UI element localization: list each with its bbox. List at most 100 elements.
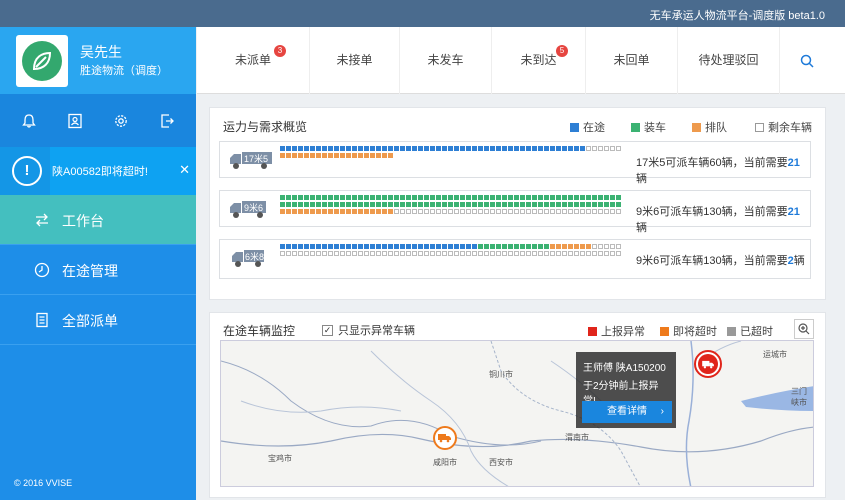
capacity-cell <box>466 195 471 200</box>
capacity-cell <box>574 244 579 249</box>
capacity-cell <box>382 146 387 151</box>
capacity-cell <box>598 251 603 256</box>
capacity-cell <box>580 209 585 214</box>
capacity-cell <box>322 202 327 207</box>
capacity-cell <box>574 146 579 151</box>
tab-unassigned[interactable]: 未派单 3 <box>197 27 310 94</box>
capacity-cell <box>328 209 333 214</box>
capacity-cell <box>610 251 615 256</box>
tab-not-arrived[interactable]: 未到达 5 <box>492 27 586 94</box>
order-tabs: 未派单 3 未接单 未发车 未到达 5 未回单 待处理驳回 <box>197 27 845 94</box>
capacity-cell <box>346 195 351 200</box>
monitor-panel: 在途车辆监控 ✓ 只显示异常车辆 上报异常 即将超时 已超时 铜川市 渭南市 咸… <box>209 312 826 498</box>
capacity-cell <box>496 202 501 207</box>
capacity-cell <box>328 244 333 249</box>
capacity-cell <box>316 209 321 214</box>
capacity-cell <box>604 244 609 249</box>
capacity-cell <box>400 195 405 200</box>
capacity-row[interactable]: 9米6 9米6可派车辆130辆，当前需要21辆 <box>219 190 811 234</box>
capacity-cell <box>514 251 519 256</box>
capacity-cell <box>394 202 399 207</box>
truck-icon: 6米8 <box>228 247 274 269</box>
capacity-cell <box>394 195 399 200</box>
capacity-cell <box>382 251 387 256</box>
capacity-cell <box>334 209 339 214</box>
capacity-cell <box>310 244 315 249</box>
gear-icon[interactable] <box>109 109 133 133</box>
vehicle-marker-abnormal[interactable] <box>694 350 722 378</box>
capacity-cell <box>412 244 417 249</box>
capacity-cell <box>556 209 561 214</box>
vehicle-marker-timeout-soon[interactable] <box>433 426 457 450</box>
capacity-cell <box>370 146 375 151</box>
timeout-alert[interactable]: ! 陕A00582即将超时! ✕ <box>0 147 196 195</box>
tab-pending-rejection[interactable]: 待处理驳回 <box>678 27 780 94</box>
capacity-cell <box>340 153 345 158</box>
map-city-label: 渭南市 <box>565 433 589 442</box>
capacity-cell <box>538 251 543 256</box>
tab-badge: 5 <box>556 45 568 57</box>
capacity-grid <box>280 146 625 160</box>
capacity-cell <box>508 202 513 207</box>
capacity-cell <box>346 244 351 249</box>
capacity-row-text: 9米6可派车辆130辆，当前需要21辆 <box>636 206 800 234</box>
capacity-cell <box>340 209 345 214</box>
capacity-row[interactable]: 6米8 9米6可派车辆130辆，当前需要2辆 <box>219 239 811 279</box>
tab-no-receipt[interactable]: 未回单 <box>586 27 678 94</box>
capacity-cell <box>496 209 501 214</box>
view-details-button[interactable]: 查看详情 › <box>582 401 672 423</box>
capacity-cell <box>448 209 453 214</box>
capacity-cell <box>370 153 375 158</box>
capacity-cell <box>298 244 303 249</box>
capacity-cell <box>604 146 609 151</box>
capacity-cell <box>454 195 459 200</box>
nav-item-in-transit[interactable]: 在途管理 <box>0 245 196 295</box>
capacity-cell <box>358 244 363 249</box>
capacity-cell <box>382 153 387 158</box>
capacity-cell <box>394 251 399 256</box>
capacity-cell <box>586 146 591 151</box>
capacity-cell <box>508 209 513 214</box>
capacity-cell <box>556 146 561 151</box>
capacity-cell <box>370 195 375 200</box>
logout-icon[interactable] <box>155 109 179 133</box>
capacity-cell <box>460 209 465 214</box>
capacity-row[interactable]: 17米5 17米5可派车辆60辆，当前需要21辆 <box>219 141 811 185</box>
capacity-cell <box>352 153 357 158</box>
capacity-cell <box>538 244 543 249</box>
capacity-cell <box>478 195 483 200</box>
zoom-in-icon[interactable] <box>794 319 814 339</box>
capacity-cell <box>310 251 315 256</box>
capacity-cell <box>616 202 621 207</box>
vehicle-popup: 王师傅 陕A150200 于2分钟前上报异常! 查看详情› <box>576 352 676 428</box>
capacity-grid <box>280 195 625 216</box>
capacity-cell <box>484 209 489 214</box>
nav-item-workbench[interactable]: 工作台 <box>0 195 196 245</box>
capacity-cell <box>418 202 423 207</box>
capacity-cell <box>610 244 615 249</box>
search-icon[interactable] <box>800 54 814 68</box>
capacity-cell <box>376 251 381 256</box>
capacity-cell <box>610 202 615 207</box>
capacity-cell <box>412 195 417 200</box>
capacity-cell <box>460 202 465 207</box>
checkbox-icon[interactable]: ✓ <box>322 324 333 336</box>
capacity-cell <box>406 202 411 207</box>
close-icon[interactable]: ✕ <box>179 162 190 178</box>
abnormal-only-checkbox[interactable]: ✓ 只显示异常车辆 <box>322 322 415 338</box>
vehicle-map[interactable]: 铜川市 渭南市 咸阳市 西安市 宝鸡市 运城市 三门峡市 王师傅 陕A15020… <box>220 340 814 487</box>
capacity-cell <box>280 146 285 151</box>
legend-item: 在途 <box>570 119 605 135</box>
capacity-cell <box>364 209 369 214</box>
bell-icon[interactable] <box>17 109 41 133</box>
capacity-cell <box>346 202 351 207</box>
nav-item-all-orders[interactable]: 全部派单 <box>0 295 196 345</box>
contact-icon[interactable] <box>63 109 87 133</box>
capacity-cell <box>598 146 603 151</box>
tab-not-departed[interactable]: 未发车 <box>400 27 492 94</box>
tab-label: 未到达 <box>520 53 557 67</box>
popup-driver: 王师傅 陕A150200 <box>583 363 666 374</box>
capacity-cell <box>292 244 297 249</box>
tab-not-accepted[interactable]: 未接单 <box>310 27 400 94</box>
capacity-cell <box>346 153 351 158</box>
